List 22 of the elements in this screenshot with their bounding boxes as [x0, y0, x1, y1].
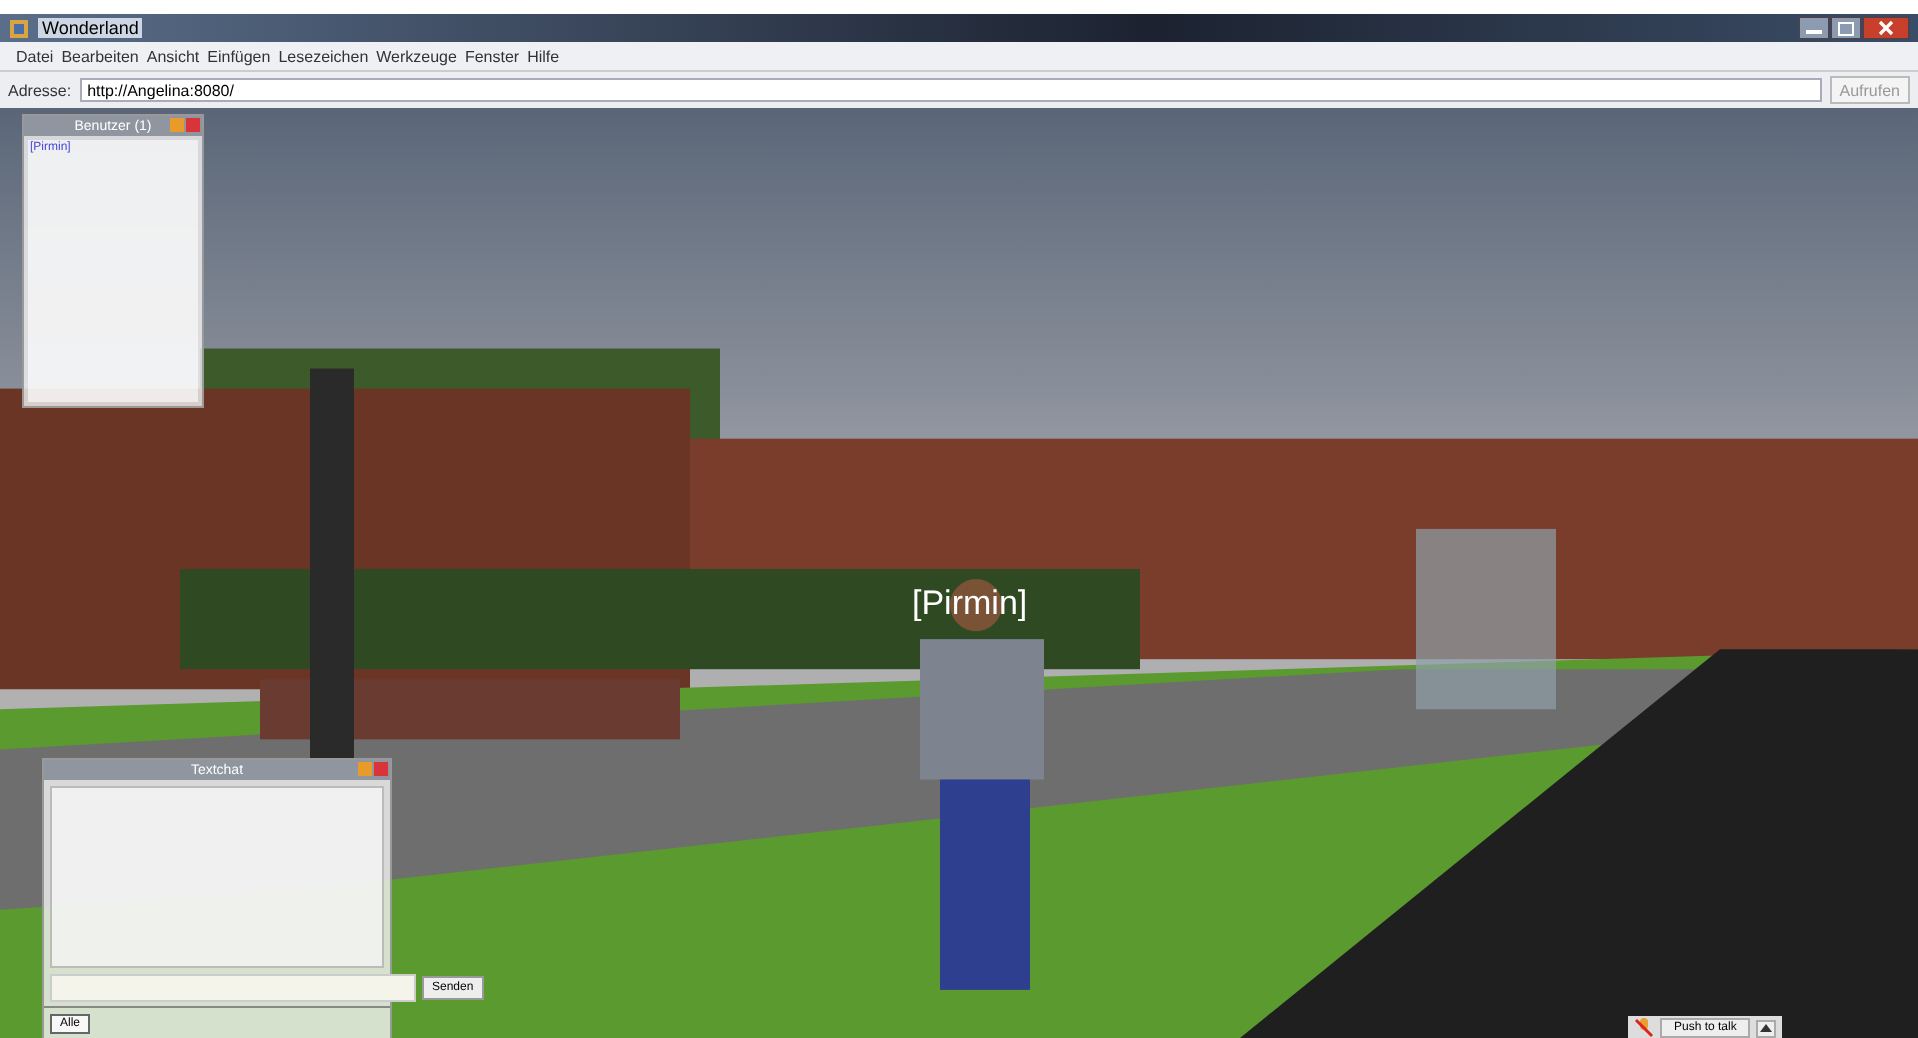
minimize-button[interactable] [1798, 16, 1830, 40]
menu-item[interactable]: Einfügen [207, 47, 271, 65]
address-field[interactable]: http://Angelina:8080/ [79, 78, 1822, 102]
message-field[interactable] [50, 974, 416, 1002]
menu-item[interactable]: Werkzeuge [376, 47, 457, 65]
menu-item[interactable]: Ansicht [146, 47, 200, 65]
menu-item[interactable]: Bearbeiten [61, 47, 139, 65]
menu-item[interactable]: Fenster [464, 47, 520, 65]
maximize-icon [1838, 21, 1854, 35]
menu-item[interactable]: Datei [16, 47, 54, 65]
window-title: Wonderland [38, 18, 143, 38]
microphone-muted-icon[interactable] [1634, 1018, 1654, 1038]
address-label: Adresse: [8, 81, 72, 99]
close-icon [1878, 20, 1894, 36]
caret-up-icon [1760, 1024, 1773, 1032]
maximize-button[interactable] [1830, 16, 1862, 40]
app-icon [8, 17, 30, 39]
avatar-name-label: [Pirmin] [912, 584, 1028, 624]
menu-item[interactable]: Hilfe [527, 47, 560, 65]
expand-button[interactable] [1756, 1019, 1777, 1037]
menu-item[interactable]: Lesezeichen [278, 47, 369, 65]
close-button[interactable] [1862, 16, 1910, 40]
